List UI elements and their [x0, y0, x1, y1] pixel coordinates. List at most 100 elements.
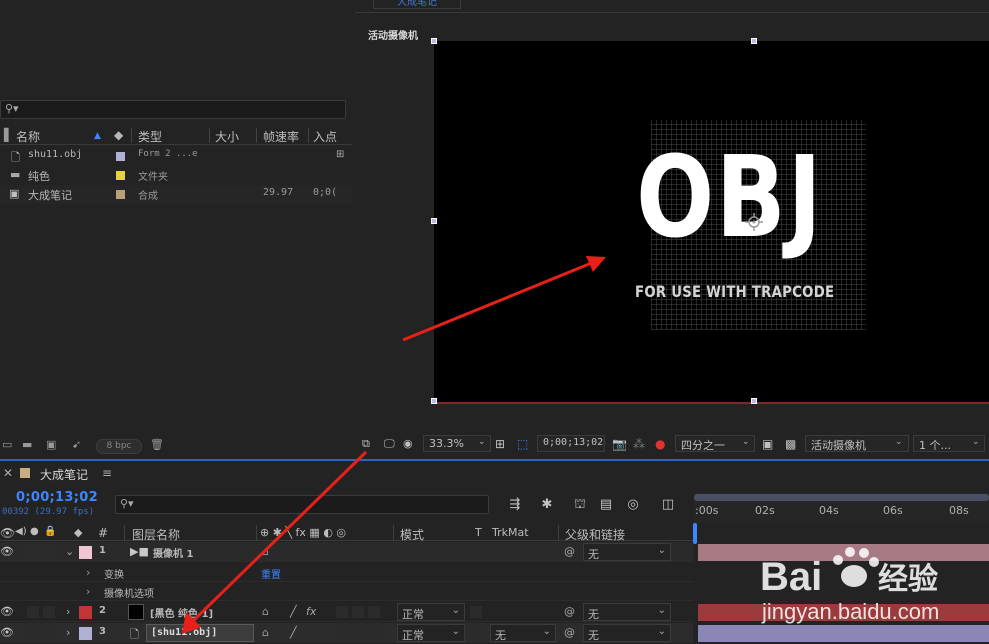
label-column-icon[interactable]: ◆ [74, 526, 82, 539]
column-layer-name[interactable]: 图层名称 [132, 526, 180, 543]
work-area-bar[interactable] [694, 494, 989, 501]
resolution-dropdown[interactable]: 四分之一 ⌄ [675, 435, 755, 452]
label-swatch[interactable] [116, 171, 125, 180]
lock-toggle[interactable] [43, 546, 55, 558]
switch-toggle[interactable] [368, 606, 380, 618]
close-icon[interactable]: ✕ [3, 466, 13, 480]
new-composition-icon[interactable]: ▣ [46, 439, 59, 450]
column-divider[interactable] [131, 128, 132, 143]
timecode-field[interactable]: 0;00;13;02 [537, 435, 605, 452]
property-group-transform[interactable]: › 变换 重置 [0, 563, 693, 582]
preserve-transparency-toggle[interactable] [470, 627, 482, 639]
shy-switch-icon[interactable]: ⌂ [262, 605, 269, 618]
interpret-footage-icon[interactable]: ▭ [2, 439, 15, 450]
frame-blending-icon[interactable]: ▤ [598, 497, 614, 513]
column-fps[interactable]: 帧速率 [263, 128, 299, 145]
layer-row-shu11[interactable]: 👁 › 3 🗋 [shu11.obj] ⌂ ╱ 正常 ⌄ 无 ⌄ @ 无 ⌄ [0, 623, 693, 643]
playhead[interactable] [693, 523, 697, 544]
layer-name[interactable]: 摄像机 1 [153, 545, 193, 560]
column-number[interactable]: # [98, 526, 108, 540]
view-layout-dropdown[interactable]: 1 个... ⌄ [913, 435, 985, 452]
chevron-right-icon[interactable]: › [86, 585, 90, 598]
pick-whip-icon[interactable]: @ [564, 605, 575, 618]
chevron-right-icon[interactable]: › [66, 626, 70, 639]
layer-label-swatch[interactable] [79, 606, 92, 619]
lock-toggle[interactable] [43, 606, 55, 618]
show-snapshot-icon[interactable]: ⁂ [633, 437, 645, 451]
mask-visibility-icon[interactable]: ◉ [403, 437, 413, 450]
chevron-down-icon[interactable]: ⌄ [65, 545, 74, 558]
layer-name[interactable]: [黑色 纯色 1] [150, 605, 213, 620]
transform-handle-top[interactable] [751, 38, 757, 44]
column-divider[interactable] [256, 525, 257, 541]
blend-mode-dropdown[interactable]: 正常 ⌄ [397, 603, 465, 621]
monitor-icon[interactable]: 🖵 [384, 437, 395, 451]
new-folder-icon[interactable]: ▬ [22, 439, 35, 450]
layer-row-camera[interactable]: 👁 ⌄ 1 ▶■ 摄像机 1 ⌂ @ 无 ⌄ [0, 542, 693, 562]
eye-icon[interactable]: 👁 [0, 605, 14, 618]
transform-handle-bottom-left[interactable] [431, 398, 437, 404]
switch-toggle[interactable] [336, 627, 348, 639]
effects-switch-icon[interactable]: fx [306, 605, 316, 618]
track-matte-dropdown[interactable]: 无 ⌄ [490, 624, 556, 642]
channel-icon[interactable]: ● [655, 437, 665, 451]
quality-switch-icon[interactable]: ╱ [290, 626, 297, 639]
eye-icon[interactable]: 👁 [0, 545, 14, 558]
column-parent[interactable]: 父级和链接 [565, 526, 625, 543]
column-divider[interactable] [558, 525, 559, 541]
column-divider[interactable] [256, 128, 257, 143]
chevron-right-icon[interactable]: › [66, 605, 70, 618]
parent-dropdown[interactable]: 无 ⌄ [583, 603, 671, 621]
tag-icon[interactable]: ◆ [114, 128, 123, 142]
shy-switch-icon[interactable]: ⌂ [262, 545, 269, 558]
switch-toggle[interactable] [336, 606, 348, 618]
bit-depth-button[interactable]: 8 bpc [96, 439, 142, 454]
audio-switch-icon[interactable]: ◀) [15, 526, 27, 537]
column-type[interactable]: 类型 [138, 128, 162, 145]
lock-toggle[interactable] [43, 627, 55, 639]
pick-whip-icon[interactable]: @ [564, 626, 575, 639]
graph-editor-icon[interactable]: ◫ [660, 497, 676, 513]
column-divider[interactable] [124, 525, 125, 541]
viewer-tab[interactable]: 大成笔记 [373, 0, 461, 9]
eye-icon[interactable]: 👁 [0, 626, 14, 639]
blend-mode-dropdown[interactable]: 正常 ⌄ [397, 624, 465, 642]
solo-toggle[interactable] [27, 627, 39, 639]
switch-toggle[interactable] [368, 627, 380, 639]
preserve-transparency-toggle[interactable] [470, 606, 482, 618]
solo-toggle[interactable] [27, 546, 39, 558]
snapshot-icon[interactable]: 📷 [612, 437, 627, 451]
sort-ascending-icon[interactable]: ▲ [94, 131, 101, 141]
current-time-display[interactable]: 0;00;13;02 [16, 490, 98, 505]
grid-guide-icon[interactable]: ⊞ [495, 437, 505, 451]
comp-mini-flowchart-icon[interactable]: ⇶ [507, 497, 523, 513]
project-item-solid-folder[interactable]: ▬ 纯色 文件夹 [0, 166, 352, 185]
reset-link[interactable]: 重置 [261, 566, 281, 581]
layer-name-selected[interactable]: [shu11.obj] [146, 624, 254, 642]
layer-label-swatch[interactable] [79, 627, 92, 640]
motion-blur-icon[interactable]: ◎ [625, 497, 641, 513]
project-item-shu11[interactable]: 🗋 shu11.obj Form 2 ...e ⊞ [0, 147, 352, 166]
label-swatch[interactable] [116, 190, 125, 199]
transform-handle-bottom[interactable] [751, 398, 757, 404]
trash-icon[interactable]: 🗑 [150, 439, 164, 450]
anchor-point-icon[interactable] [744, 212, 764, 232]
zoom-dropdown[interactable]: 33.3% ⌄ [423, 435, 491, 452]
shy-layers-icon[interactable]: ⛫ [572, 497, 588, 513]
parent-dropdown[interactable]: 无 ⌄ [583, 543, 671, 561]
draft-3d-icon[interactable]: ✱ [539, 497, 555, 513]
switch-toggle[interactable] [352, 627, 364, 639]
column-size[interactable]: 大小 [215, 128, 239, 145]
timeline-search-input[interactable]: ⚲▾ [115, 495, 489, 514]
3d-view-dropdown[interactable]: 活动摄像机 ⌄ [805, 435, 909, 452]
column-divider[interactable] [308, 128, 309, 143]
timeline-tab[interactable]: 大成笔记 [40, 466, 88, 483]
column-divider[interactable] [209, 128, 210, 143]
layer-row-black-solid[interactable]: 👁 › 2 [黑色 纯色 1] ⌂ ╱ fx 正常 ⌄ @ 无 ⌄ [0, 602, 693, 622]
shy-switch-icon[interactable]: ⌂ [262, 626, 269, 639]
column-trkmat[interactable]: TrkMat [492, 526, 529, 539]
column-mode[interactable]: 模式 [400, 526, 424, 543]
region-of-interest-icon[interactable]: ⬚ [517, 437, 528, 451]
project-search-input[interactable]: ⚲▾ [0, 100, 346, 119]
solo-switch-icon[interactable]: ● [30, 526, 39, 537]
